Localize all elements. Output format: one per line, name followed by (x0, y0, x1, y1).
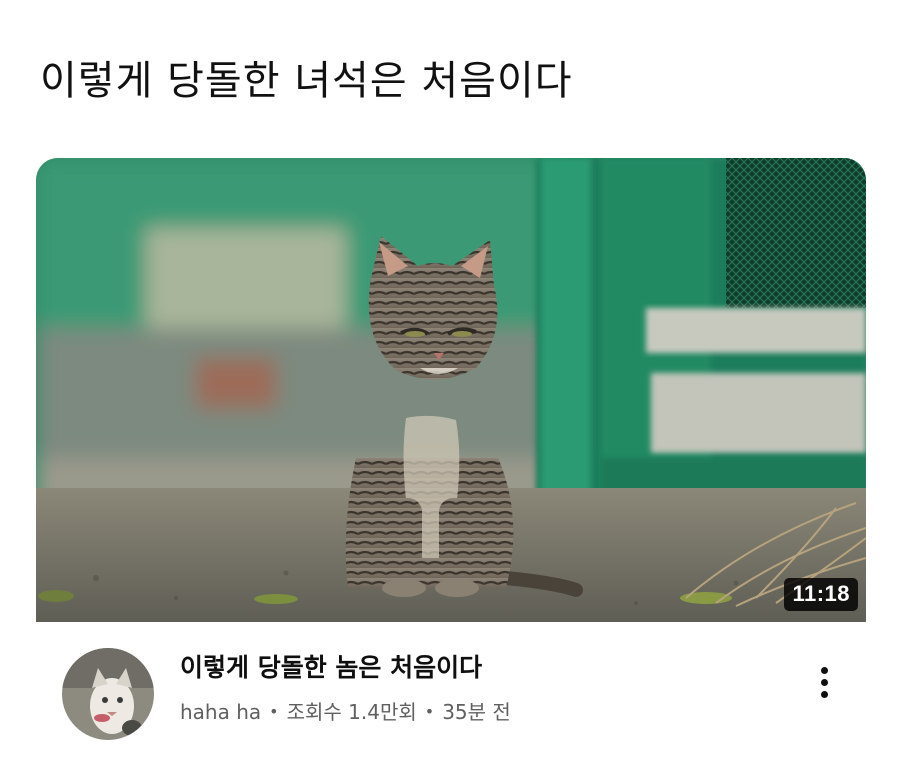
video-title[interactable]: 이렇게 당돌한 놈은 처음이다 (180, 648, 482, 684)
channel-avatar[interactable] (62, 648, 154, 740)
view-count: 조회수 1.4만회 (286, 700, 417, 724)
video-meta-row: 이렇게 당돌한 놈은 처음이다 haha ha • 조회수 1.4만회 • 35분 전 (36, 640, 866, 750)
channel-name[interactable]: haha ha (180, 700, 261, 724)
video-thumbnail[interactable] (36, 158, 866, 622)
separator-dot: • (269, 702, 279, 721)
post-title: 이렇게 당돌한 녀석은 처음이다 (40, 58, 573, 104)
upload-age: 35분 전 (442, 700, 511, 724)
duration-badge: 11:18 (784, 578, 858, 611)
video-card[interactable]: 11:18 (36, 158, 866, 622)
separator-dot: • (424, 702, 435, 721)
video-meta-line: haha ha • 조회수 1.4만회 • 35분 전 (180, 696, 511, 725)
more-vert-icon[interactable] (812, 662, 836, 710)
